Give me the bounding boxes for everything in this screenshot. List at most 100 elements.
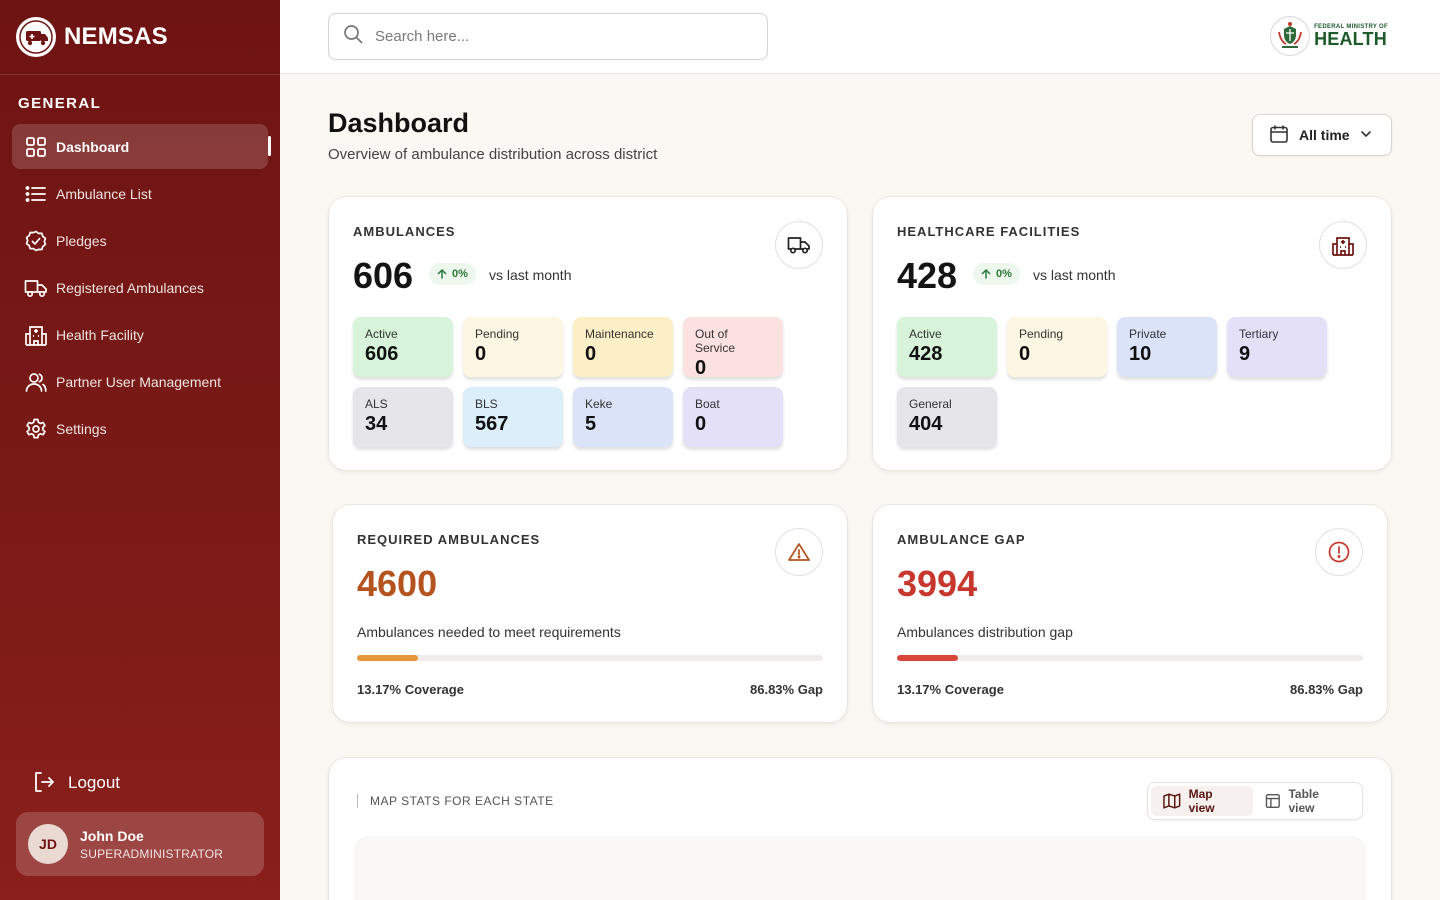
map-stats-title: MAP STATS FOR EACH STATE bbox=[357, 794, 554, 808]
tile-value: 0 bbox=[695, 413, 707, 435]
stat-tile-general[interactable]: General 404 bbox=[897, 387, 997, 447]
map-stats-card: MAP STATS FOR EACH STATE Map view Table … bbox=[328, 757, 1392, 900]
tile-label: Private bbox=[1129, 327, 1167, 341]
brand-name: NEMSAS bbox=[64, 23, 168, 50]
list-icon bbox=[24, 182, 48, 206]
time-filter-dropdown[interactable]: All time bbox=[1252, 114, 1392, 156]
card-title: AMBULANCE GAP bbox=[897, 532, 1026, 547]
ministry-logo: FEDERAL MINISTRY OF HEALTH bbox=[1270, 16, 1388, 56]
trend-label: vs last month bbox=[1033, 267, 1116, 283]
sidebar: NEMSAS GENERAL Dashboard Ambulance List bbox=[0, 0, 280, 900]
gap-label: 86.83% Gap bbox=[1290, 682, 1363, 697]
search-icon bbox=[343, 24, 363, 49]
tile-value: 34 bbox=[365, 413, 388, 435]
sidebar-item-pledges[interactable]: Pledges bbox=[12, 218, 268, 263]
view-toggle: Map view Table view bbox=[1147, 782, 1363, 820]
alert-circle-icon bbox=[1315, 528, 1363, 576]
table-view-label: Table view bbox=[1288, 787, 1319, 815]
badge-check-icon bbox=[24, 229, 48, 253]
tile-label: Keke bbox=[585, 397, 613, 411]
user-role: SUPERADMINISTRATOR bbox=[80, 846, 224, 861]
gap-progress-bar bbox=[897, 655, 1363, 661]
stat-tile-maintenance[interactable]: Maintenance 0 bbox=[573, 317, 673, 377]
healthcare-facilities-card: HEALTHCARE FACILITIES 428 0% vs last mon… bbox=[872, 196, 1392, 471]
stat-tile-active[interactable]: Active 428 bbox=[897, 317, 997, 377]
trend-label: vs last month bbox=[489, 267, 572, 283]
tile-label: ALS bbox=[365, 397, 388, 411]
map-view-button[interactable]: Map view bbox=[1151, 786, 1253, 816]
stat-tile-out-of-service[interactable]: Out of Service 0 bbox=[683, 317, 783, 379]
stat-tile-pending[interactable]: Pending 0 bbox=[1007, 317, 1107, 377]
truck-icon bbox=[775, 221, 823, 269]
tile-label: Active bbox=[909, 327, 942, 341]
users-icon bbox=[24, 370, 48, 394]
tile-value: 606 bbox=[365, 343, 399, 365]
stat-tile-active[interactable]: Active 606 bbox=[353, 317, 453, 377]
map-view-label: Map view bbox=[1188, 787, 1215, 815]
stat-tile-als[interactable]: ALS 34 bbox=[353, 387, 453, 447]
stat-tile-boat[interactable]: Boat 0 bbox=[683, 387, 783, 447]
table-view-button[interactable]: Table view bbox=[1253, 786, 1359, 816]
trend-value: 0% bbox=[996, 268, 1012, 280]
tile-label: Pending bbox=[475, 327, 520, 341]
search-box[interactable] bbox=[328, 13, 768, 60]
page-subtitle: Overview of ambulance distribution acros… bbox=[328, 146, 658, 163]
sidebar-item-registered-ambulances[interactable]: Registered Ambulances bbox=[12, 265, 268, 310]
tile-value: 0 bbox=[1019, 343, 1031, 365]
sidebar-item-dashboard[interactable]: Dashboard bbox=[12, 124, 271, 169]
user-name: John Doe bbox=[80, 827, 144, 844]
tile-label: Pending bbox=[1019, 327, 1064, 341]
coverage-label: 13.17% Coverage bbox=[897, 682, 1004, 697]
search-input[interactable] bbox=[375, 28, 735, 45]
stat-tile-pending[interactable]: Pending 0 bbox=[463, 317, 563, 377]
arrow-up-icon bbox=[437, 269, 447, 279]
gear-icon bbox=[24, 417, 48, 441]
tile-value: 5 bbox=[585, 413, 597, 435]
arrow-up-icon bbox=[981, 269, 991, 279]
sidebar-item-health-facility[interactable]: Health Facility bbox=[12, 312, 268, 357]
tile-label: General bbox=[909, 397, 952, 411]
nemsas-logo-icon bbox=[16, 17, 56, 57]
sidebar-item-label: Health Facility bbox=[56, 326, 144, 343]
coverage-progress-bar bbox=[357, 655, 823, 661]
sidebar-item-ambulance-list[interactable]: Ambulance List bbox=[12, 171, 268, 216]
stat-tile-keke[interactable]: Keke 5 bbox=[573, 387, 673, 447]
tile-value: 0 bbox=[475, 343, 487, 365]
sidebar-item-settings[interactable]: Settings bbox=[12, 406, 268, 451]
ambulance-gap-card: AMBULANCE GAP 3994 Ambulances distributi… bbox=[872, 504, 1388, 723]
ministry-big-text: HEALTH bbox=[1314, 29, 1387, 49]
warning-triangle-icon bbox=[775, 528, 823, 576]
ambulances-card: AMBULANCES 606 0% vs last month Active 6… bbox=[328, 196, 848, 471]
sidebar-item-partner-user-management[interactable]: Partner User Management bbox=[12, 359, 268, 404]
map-canvas[interactable] bbox=[353, 836, 1367, 900]
truck-icon bbox=[24, 276, 48, 300]
user-profile-card[interactable]: JD John Doe SUPERADMINISTRATOR bbox=[16, 812, 264, 876]
tile-value: 0 bbox=[585, 343, 597, 365]
section-label-general: GENERAL bbox=[18, 95, 102, 112]
stat-tile-private[interactable]: Private 10 bbox=[1117, 317, 1217, 377]
tile-value: 0 bbox=[695, 357, 707, 379]
logout-label: Logout bbox=[68, 773, 120, 792]
brand[interactable]: NEMSAS bbox=[0, 0, 280, 75]
coverage-label: 13.17% Coverage bbox=[357, 682, 464, 697]
sidebar-item-label: Dashboard bbox=[56, 138, 130, 155]
tile-value: 567 bbox=[475, 413, 509, 435]
card-title: HEALTHCARE FACILITIES bbox=[897, 224, 1081, 239]
sidebar-nav: Dashboard Ambulance List Pledges Registe… bbox=[0, 124, 280, 451]
required-description: Ambulances needed to meet requirements bbox=[357, 624, 621, 640]
stat-tile-tertiary[interactable]: Tertiary 9 bbox=[1227, 317, 1327, 377]
map-icon bbox=[1163, 793, 1181, 809]
ministry-text: FEDERAL MINISTRY OF HEALTH bbox=[1314, 24, 1388, 48]
user-info: John Doe SUPERADMINISTRATOR bbox=[80, 828, 223, 861]
gap-value: 3994 bbox=[897, 563, 978, 604]
hospital-building-icon bbox=[1319, 221, 1367, 269]
card-title: AMBULANCES bbox=[353, 224, 456, 239]
trend-badge: 0% bbox=[429, 263, 476, 285]
coverage-progress-fill bbox=[357, 655, 419, 661]
grid-icon bbox=[24, 135, 48, 159]
tile-value: 9 bbox=[1239, 343, 1251, 365]
table-icon bbox=[1265, 793, 1280, 809]
tile-label: BLS bbox=[475, 397, 498, 411]
logout-button[interactable]: Logout bbox=[32, 770, 120, 796]
stat-tile-bls[interactable]: BLS 567 bbox=[463, 387, 563, 447]
